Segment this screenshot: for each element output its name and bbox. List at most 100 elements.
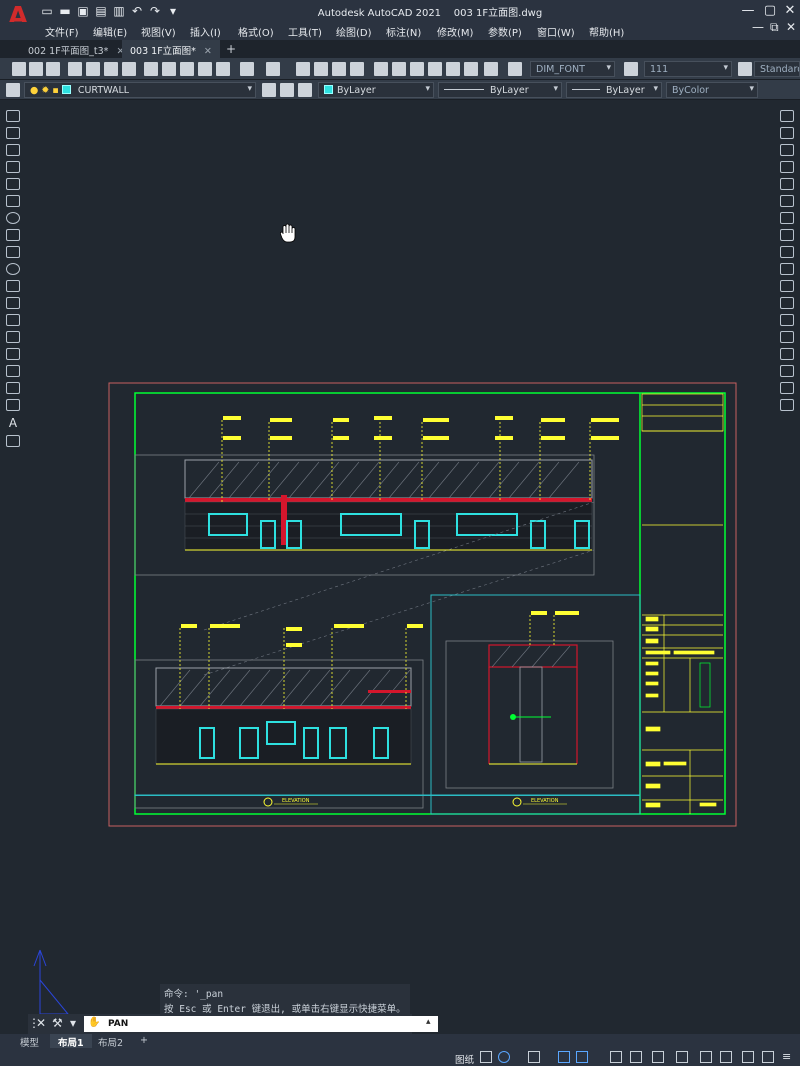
annotation-monitor-icon[interactable] — [720, 1051, 732, 1063]
extend-icon[interactable] — [780, 280, 794, 292]
annotation-scale-icon[interactable] — [652, 1051, 664, 1063]
dim-style-select[interactable]: DIM_FONT ▾ — [530, 61, 615, 77]
menu-window[interactable]: 窗口(W) — [537, 24, 575, 39]
tab-elevation[interactable]: 003 1F立面图* ✕ — [122, 40, 220, 58]
close-button[interactable]: ✕ — [780, 2, 800, 20]
offset-icon[interactable] — [780, 161, 794, 173]
tab-layout1[interactable]: 布局1 — [50, 1034, 92, 1049]
doc-minimize-icon[interactable]: — — [752, 20, 764, 34]
match-properties-icon[interactable] — [198, 62, 212, 76]
scale-icon[interactable] — [780, 229, 794, 241]
rotate-icon[interactable] — [780, 212, 794, 224]
layer-manager-icon[interactable] — [6, 83, 20, 97]
maximize-button[interactable]: ▢ — [760, 2, 780, 20]
zoom-window-icon[interactable] — [332, 62, 346, 76]
markup-icon[interactable] — [446, 62, 460, 76]
menu-modify[interactable]: 修改(M) — [437, 24, 473, 39]
table-icon[interactable] — [6, 399, 20, 411]
dimension-style-icon[interactable] — [624, 62, 638, 76]
redo-icon[interactable] — [266, 62, 280, 76]
layer-state-icon[interactable] — [298, 83, 312, 97]
construction-line-icon[interactable] — [6, 127, 20, 139]
calculator-icon[interactable] — [464, 62, 478, 76]
tab-model[interactable]: 模型 — [12, 1034, 47, 1049]
doc-close-icon[interactable]: ✕ — [786, 20, 796, 34]
layer-previous-icon[interactable] — [280, 83, 294, 97]
menu-dimension[interactable]: 标注(N) — [386, 24, 421, 39]
customization-menu-icon[interactable]: ≡ — [782, 1050, 794, 1063]
ellipse-icon[interactable] — [6, 263, 20, 275]
save-icon[interactable] — [46, 62, 60, 76]
copy-icon[interactable] — [162, 62, 176, 76]
multiline-text-icon[interactable]: A — [6, 416, 20, 430]
publish-icon[interactable] — [104, 62, 118, 76]
close-icon[interactable]: ✕ — [204, 46, 212, 57]
menu-insert[interactable]: 插入(I) — [190, 24, 221, 39]
region-icon[interactable] — [6, 382, 20, 394]
workspace-gear-icon[interactable] — [676, 1051, 688, 1063]
snap-mode-icon[interactable] — [480, 1051, 492, 1063]
break-at-point-icon[interactable] — [780, 297, 794, 309]
isolate-objects-icon[interactable] — [742, 1051, 754, 1063]
arc-icon[interactable] — [6, 195, 20, 207]
open-icon[interactable] — [29, 62, 43, 76]
add-selected-icon[interactable] — [6, 435, 20, 447]
move-icon[interactable] — [780, 195, 794, 207]
infer-constraints-icon[interactable] — [498, 1051, 510, 1063]
hatch-icon[interactable] — [6, 348, 20, 360]
zoom-previous-icon[interactable] — [350, 62, 364, 76]
table-style-icon[interactable] — [738, 62, 752, 76]
menu-file[interactable]: 文件(F) — [45, 24, 79, 39]
trim-icon[interactable] — [780, 263, 794, 275]
make-current-layer-icon[interactable] — [262, 83, 276, 97]
revision-cloud-icon[interactable] — [6, 229, 20, 241]
point-icon[interactable] — [6, 331, 20, 343]
command-input[interactable] — [84, 1016, 438, 1032]
menu-draw[interactable]: 绘图(D) — [336, 24, 372, 39]
doc-restore-icon[interactable]: ⧉ — [770, 20, 779, 35]
tab-plan[interactable]: 002 1F平面图_t3* ✕ — [20, 40, 132, 58]
gradient-icon[interactable] — [6, 365, 20, 377]
chamfer-icon[interactable] — [780, 348, 794, 360]
help-icon[interactable] — [484, 62, 498, 76]
plot-icon[interactable] — [68, 62, 82, 76]
text-style-icon[interactable] — [508, 62, 522, 76]
menu-tools[interactable]: 工具(T) — [288, 24, 322, 39]
customize-wrench-icon[interactable]: ⚒ — [52, 1016, 63, 1030]
undo-icon[interactable] — [240, 62, 254, 76]
tool-palettes-icon[interactable] — [410, 62, 424, 76]
transparency-icon[interactable] — [630, 1051, 642, 1063]
blend-curves-icon[interactable] — [780, 382, 794, 394]
plot-preview-icon[interactable] — [86, 62, 100, 76]
circle-icon[interactable] — [6, 212, 20, 224]
copy-object-icon[interactable] — [780, 127, 794, 139]
object-snap-icon[interactable] — [576, 1051, 588, 1063]
ortho-mode-icon[interactable] — [528, 1051, 540, 1063]
layer-select[interactable]: ● ✹ ▪ CURTWALL ▾ — [24, 82, 256, 98]
fillet-icon[interactable] — [780, 365, 794, 377]
ellipse-arc-icon[interactable] — [6, 280, 20, 292]
lineweight-select[interactable]: ByLayer ▾ — [566, 82, 662, 98]
cut-icon[interactable] — [144, 62, 158, 76]
tab-layout2[interactable]: 布局2 — [90, 1034, 131, 1049]
menu-edit[interactable]: 编辑(E) — [93, 24, 127, 39]
paper-space-toggle[interactable]: 图纸 — [455, 1052, 474, 1066]
menu-parametric[interactable]: 参数(P) — [488, 24, 522, 39]
recent-commands-icon[interactable]: ▾ — [70, 1016, 76, 1030]
mirror-icon[interactable] — [780, 144, 794, 156]
polygon-icon[interactable] — [6, 161, 20, 173]
polar-tracking-icon[interactable] — [558, 1051, 570, 1063]
menu-view[interactable]: 视图(V) — [141, 24, 176, 39]
minimize-button[interactable]: — — [738, 2, 758, 20]
plot-style-select[interactable]: ByColor ▾ — [666, 82, 758, 98]
stretch-icon[interactable] — [780, 246, 794, 258]
design-center-icon[interactable] — [392, 62, 406, 76]
close-command-line-icon[interactable]: ✕ — [36, 1016, 46, 1030]
make-block-icon[interactable] — [6, 314, 20, 326]
break-icon[interactable] — [780, 314, 794, 326]
block-editor-icon[interactable] — [216, 62, 230, 76]
3d-print-icon[interactable] — [122, 62, 136, 76]
join-icon[interactable] — [780, 331, 794, 343]
drawing-canvas[interactable]: ELEVATION ELEVATION — [24, 100, 774, 1030]
add-scale-icon[interactable] — [700, 1051, 712, 1063]
